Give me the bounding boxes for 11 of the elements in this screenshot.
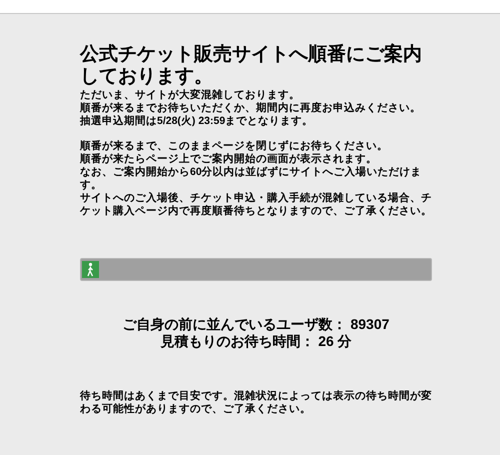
notice-text: 順番が来るまで、このままページを閉じずにお待ちください。 bbox=[80, 140, 389, 152]
page-title: 公式チケット販売サイトへ順番にご案内しております。 bbox=[80, 44, 423, 88]
notice-text: なお、ご案内開始から60分以内は並ばずにサイトへご入場いただけます。 bbox=[80, 166, 423, 192]
queue-status-text: 見積もりのお待ち時間： 26 分 bbox=[160, 333, 352, 350]
notice-text: 順番が来たらページ上でご案内開始の画面が表示されます。 bbox=[80, 153, 378, 166]
queue-status-text: ご自身の前に並んでいるユーザ数： 89307 bbox=[122, 316, 390, 333]
footnote-text: 待ち時間はあくまで目安です。混雑状況によっては表示の待ち時間が変わる可能性がありますので、ご了承ください。 bbox=[80, 390, 432, 416]
notice-text: 順番が来るまでお待ちいただくか、期間内に再度お申込みください。 bbox=[80, 102, 422, 115]
notice-text: 抽選申込期間は5/28(火) 23:59までとなります。 bbox=[80, 115, 314, 128]
notice-text: サイトへのご入場後、チケット申込・購入手続が混雑している場合、チケット購入ページ内で再度順番待ちとなりますので、ご了承ください。 bbox=[80, 192, 433, 218]
notice-text: ただいま、サイトが大変混雑しております。 bbox=[80, 89, 301, 102]
